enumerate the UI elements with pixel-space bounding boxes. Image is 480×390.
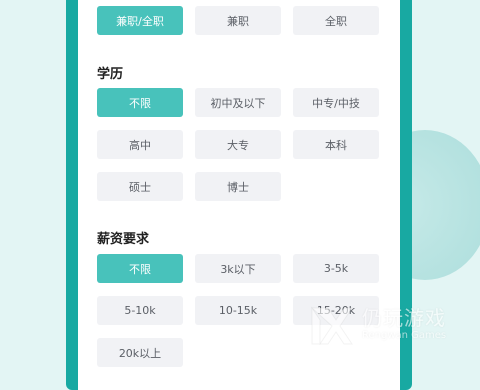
option-education-any[interactable]: 不限: [97, 88, 183, 117]
option-salary-over-20k[interactable]: 20k以上: [97, 338, 183, 367]
section-title-education: 学历: [97, 67, 124, 82]
option-salary-any[interactable]: 不限: [97, 254, 183, 283]
option-education-bachelor[interactable]: 本科: [293, 130, 379, 159]
option-salary-3-5k[interactable]: 3-5k: [293, 254, 379, 283]
option-salary-15-20k[interactable]: 15-20k: [293, 296, 379, 325]
option-education-junior-high[interactable]: 初中及以下: [195, 88, 281, 117]
option-education-doctor[interactable]: 博士: [195, 172, 281, 201]
option-salary-10-15k[interactable]: 10-15k: [195, 296, 281, 325]
option-education-high-school[interactable]: 高中: [97, 130, 183, 159]
option-education-college[interactable]: 大专: [195, 130, 281, 159]
option-work-type-both[interactable]: 兼职/全职: [97, 6, 183, 35]
option-work-type-fulltime[interactable]: 全职: [293, 6, 379, 35]
option-work-type-parttime[interactable]: 兼职: [195, 6, 281, 35]
option-salary-under-3k[interactable]: 3k以下: [195, 254, 281, 283]
option-salary-5-10k[interactable]: 5-10k: [97, 296, 183, 325]
section-title-salary: 薪资要求: [97, 232, 150, 247]
option-education-vocational[interactable]: 中专/中技: [293, 88, 379, 117]
option-education-master[interactable]: 硕士: [97, 172, 183, 201]
